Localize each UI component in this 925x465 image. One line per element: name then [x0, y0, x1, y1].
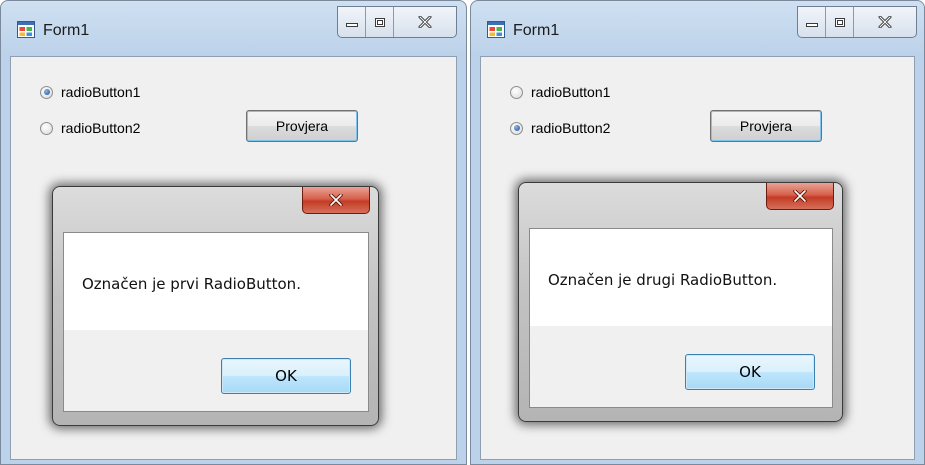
minimize-button[interactable]	[798, 7, 826, 37]
title-bar[interactable]: Form1	[1, 1, 466, 56]
minimize-icon	[805, 13, 819, 32]
close-icon	[329, 191, 343, 210]
close-icon	[793, 187, 807, 206]
provjera-button[interactable]: Provjera	[710, 110, 822, 142]
radio-button-1[interactable]: radioButton1	[40, 84, 140, 100]
dialog-body: Označen je prvi RadioButton. OK	[63, 232, 369, 412]
radio-selected-dot	[513, 125, 520, 131]
provjera-button[interactable]: Provjera	[246, 110, 358, 142]
windows-form-icon	[17, 21, 35, 38]
radio-button-icon	[510, 121, 523, 135]
minimize-icon	[345, 13, 359, 32]
radio-selected-dot	[43, 89, 50, 95]
minimize-button[interactable]	[338, 7, 366, 37]
form1-window-right: Form1 radioButton1 radioButton2 Provjera…	[470, 0, 925, 465]
dialog-message: Označen je drugi RadioButton.	[548, 271, 778, 289]
form1-window-left: Form1 radioButton1 radioButton2 Provjera…	[0, 0, 467, 465]
dialog-message: Označen je prvi RadioButton.	[82, 275, 301, 293]
window-title: Form1	[513, 22, 560, 39]
window-title: Form1	[43, 22, 90, 39]
radio-label: radioButton1	[531, 84, 611, 100]
message-box-dialog: Označen je drugi RadioButton. OK	[518, 182, 843, 422]
windows-form-icon	[487, 21, 505, 38]
caption-buttons	[337, 6, 457, 38]
maximize-icon	[834, 13, 846, 32]
caption-buttons	[797, 6, 917, 38]
dialog-body: Označen je drugi RadioButton. OK	[529, 228, 833, 408]
ok-button[interactable]: OK	[685, 354, 815, 390]
ok-button[interactable]: OK	[221, 358, 351, 394]
message-area: Označen je prvi RadioButton.	[64, 233, 368, 330]
radio-button-icon	[40, 121, 53, 135]
close-icon	[878, 13, 892, 32]
message-area: Označen je drugi RadioButton.	[530, 229, 832, 326]
dialog-close-button[interactable]	[766, 183, 834, 210]
radio-button-1[interactable]: radioButton1	[510, 84, 610, 100]
radio-button-icon	[40, 85, 53, 99]
maximize-icon	[374, 13, 386, 32]
dialog-close-button[interactable]	[302, 187, 370, 214]
close-button[interactable]	[854, 7, 916, 37]
radio-button-icon	[510, 85, 523, 99]
radio-button-2[interactable]: radioButton2	[40, 120, 140, 136]
maximize-button[interactable]	[826, 7, 854, 37]
radio-label: radioButton2	[531, 120, 611, 136]
maximize-button[interactable]	[366, 7, 394, 37]
radio-label: radioButton2	[61, 120, 141, 136]
close-icon	[418, 13, 432, 32]
close-button[interactable]	[394, 7, 456, 37]
message-box-dialog: Označen je prvi RadioButton. OK	[52, 186, 379, 426]
title-bar[interactable]: Form1	[471, 1, 924, 56]
radio-label: radioButton1	[61, 84, 141, 100]
radio-button-2[interactable]: radioButton2	[510, 120, 610, 136]
